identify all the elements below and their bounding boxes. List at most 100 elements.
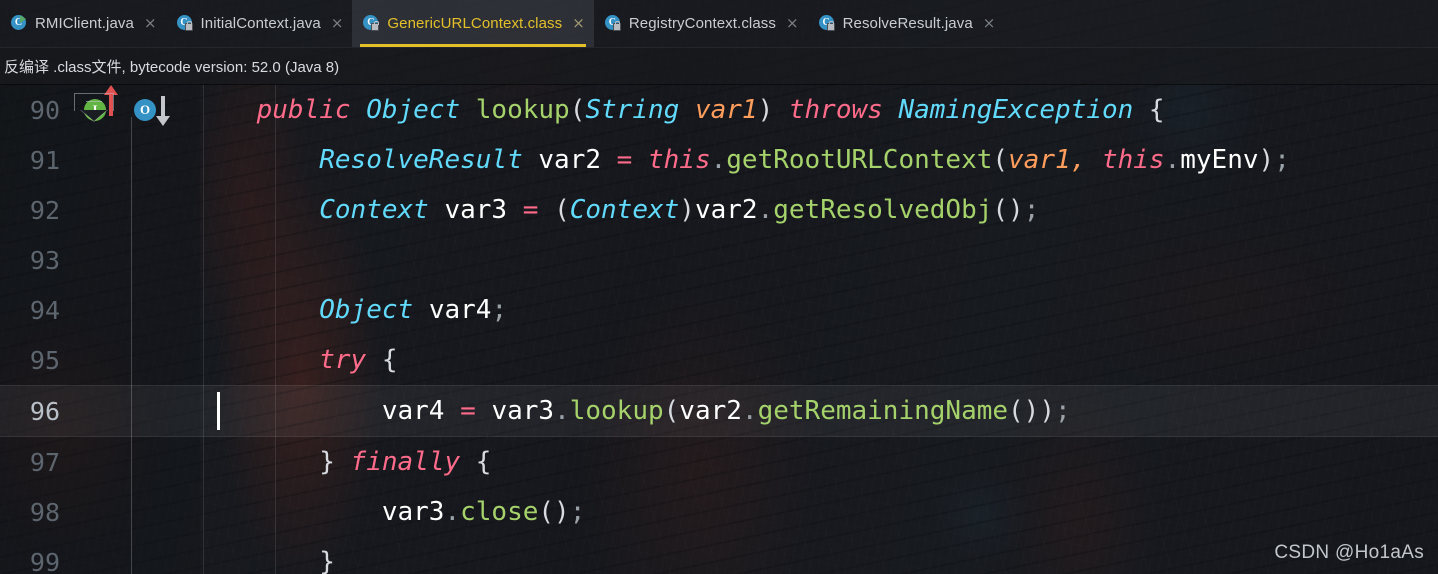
code-token: . — [757, 195, 774, 225]
gutter-marker-area[interactable] — [66, 185, 194, 235]
code-token: getRemainingName — [757, 396, 1009, 426]
editor-tab-label: ResolveResult.java — [842, 15, 973, 32]
code-fold-toggle-icon[interactable] — [74, 93, 116, 127]
code-token: lookup — [475, 95, 570, 125]
code-token: String — [585, 95, 680, 125]
gutter-marker-area[interactable] — [66, 386, 220, 436]
code-token: var1 — [1008, 145, 1071, 175]
line-number: 90 — [29, 95, 60, 125]
code-token: ( — [569, 95, 586, 125]
code-token: ( — [554, 195, 570, 225]
code-token: ; — [1023, 195, 1040, 225]
gutter-marker-area[interactable] — [66, 135, 194, 185]
code-token: () — [992, 195, 1024, 225]
line-number: 94 — [29, 295, 60, 325]
editor-tab-3[interactable]: C RegistryContext.class × — [594, 0, 808, 47]
code-token: ; — [1274, 145, 1290, 175]
code-token: { — [381, 345, 398, 375]
code-line[interactable]: 93 — [0, 235, 1438, 285]
editor-tab-4[interactable]: C ResolveResult.java × — [808, 0, 1005, 47]
close-icon[interactable]: × — [786, 16, 799, 31]
overridden-down-arrow-icon[interactable] — [156, 96, 170, 126]
code-token: ) — [679, 195, 695, 225]
code-line[interactable]: 97 } finally { — [0, 437, 1438, 487]
code-token: ; — [1055, 396, 1071, 426]
code-line-text[interactable]: var4 = var3.lookup(var2.getRemainingName… — [194, 396, 1438, 426]
code-token: . — [710, 145, 727, 175]
code-line-text[interactable]: } finally { — [194, 447, 1438, 477]
code-line-text[interactable]: try { — [194, 345, 1438, 375]
code-token: { — [1148, 95, 1165, 125]
code-line[interactable]: 98 var3.close(); — [0, 487, 1438, 537]
close-icon[interactable]: × — [331, 16, 344, 31]
java-class-lock-icon: C — [363, 15, 380, 32]
close-icon[interactable]: × — [144, 16, 157, 31]
gutter-marker-area[interactable]: IO — [66, 85, 194, 135]
code-line-text[interactable]: Context var3 = (Context)var2.getResolved… — [194, 195, 1438, 225]
code-token: var2 — [538, 145, 602, 175]
gutter-marker-area[interactable] — [66, 235, 194, 285]
editor-tab-bar: C RMIClient.java × C InitialContext.java × C Ge… — [0, 0, 1438, 47]
code-line[interactable]: 94 Object var4; — [0, 285, 1438, 335]
code-token: NamingException — [898, 95, 1134, 125]
code-line-text[interactable]: var3.close(); — [194, 497, 1438, 527]
editor-tab-0[interactable]: C RMIClient.java × — [0, 0, 166, 47]
editor-tab-2[interactable]: C GenericURLContext.class × — [352, 0, 594, 47]
code-token: var2 — [694, 195, 758, 225]
editor-tab-label: InitialContext.java — [200, 15, 321, 32]
code-line-current[interactable]: 96 var4 = var3.lookup(var2.getRemainingN… — [0, 385, 1438, 437]
gutter-marker-area[interactable] — [66, 285, 194, 335]
code-token: = — [460, 396, 476, 426]
code-token: = — [522, 195, 539, 225]
editor-tab-1[interactable]: C InitialContext.java × — [166, 0, 353, 47]
code-token: var4 — [381, 396, 445, 426]
gutter-marker-area[interactable] — [66, 335, 194, 385]
code-token: this — [647, 145, 711, 175]
close-icon[interactable]: × — [983, 16, 996, 31]
code-line[interactable]: 90 I O public Object lookup(String var1) t… — [0, 85, 1438, 135]
gutter-marker-area[interactable] — [66, 437, 194, 487]
code-token: throws — [788, 95, 883, 125]
code-token: . — [554, 396, 570, 426]
line-number: 98 — [29, 497, 60, 527]
overridden-method-icon[interactable]: O — [134, 99, 156, 121]
watermark-label: CSDN @Ho1aAs — [1274, 542, 1424, 563]
code-line-text[interactable]: public Object lookup(String var1) throws… — [194, 95, 1438, 125]
code-line-text[interactable]: } — [194, 547, 1438, 574]
gutter-marker-area[interactable] — [66, 487, 194, 537]
code-token: var2 — [679, 396, 742, 426]
code-line[interactable]: 95 try { — [0, 335, 1438, 385]
code-token: . — [1164, 145, 1181, 175]
code-token: () — [538, 497, 570, 527]
code-token: var1 — [694, 95, 758, 125]
line-number: 92 — [29, 195, 60, 225]
code-editor-area[interactable]: 90 I O public Object lookup(String var1) t… — [0, 85, 1438, 574]
code-line[interactable]: 91 ResolveResult var2 = this.getRootURLC… — [0, 135, 1438, 185]
code-line[interactable]: 92 Context var3 = (Context)var2.getResol… — [0, 185, 1438, 235]
code-line-list: 90 I O public Object lookup(String var1) t… — [0, 85, 1438, 574]
line-number: 96 — [29, 396, 60, 426]
code-line-text[interactable]: ResolveResult var2 = this.getRootURLCont… — [194, 145, 1438, 175]
code-line-text[interactable]: Object var4; — [194, 295, 1438, 325]
close-icon[interactable]: × — [572, 16, 585, 31]
code-token: { — [475, 447, 492, 477]
line-number: 93 — [29, 245, 60, 275]
code-line[interactable]: 99 } — [0, 537, 1438, 574]
decompile-notification-banner: 反编译 .class文件, bytecode version: 52.0 (Ja… — [0, 47, 1438, 85]
gutter-marker-area[interactable] — [66, 537, 194, 574]
